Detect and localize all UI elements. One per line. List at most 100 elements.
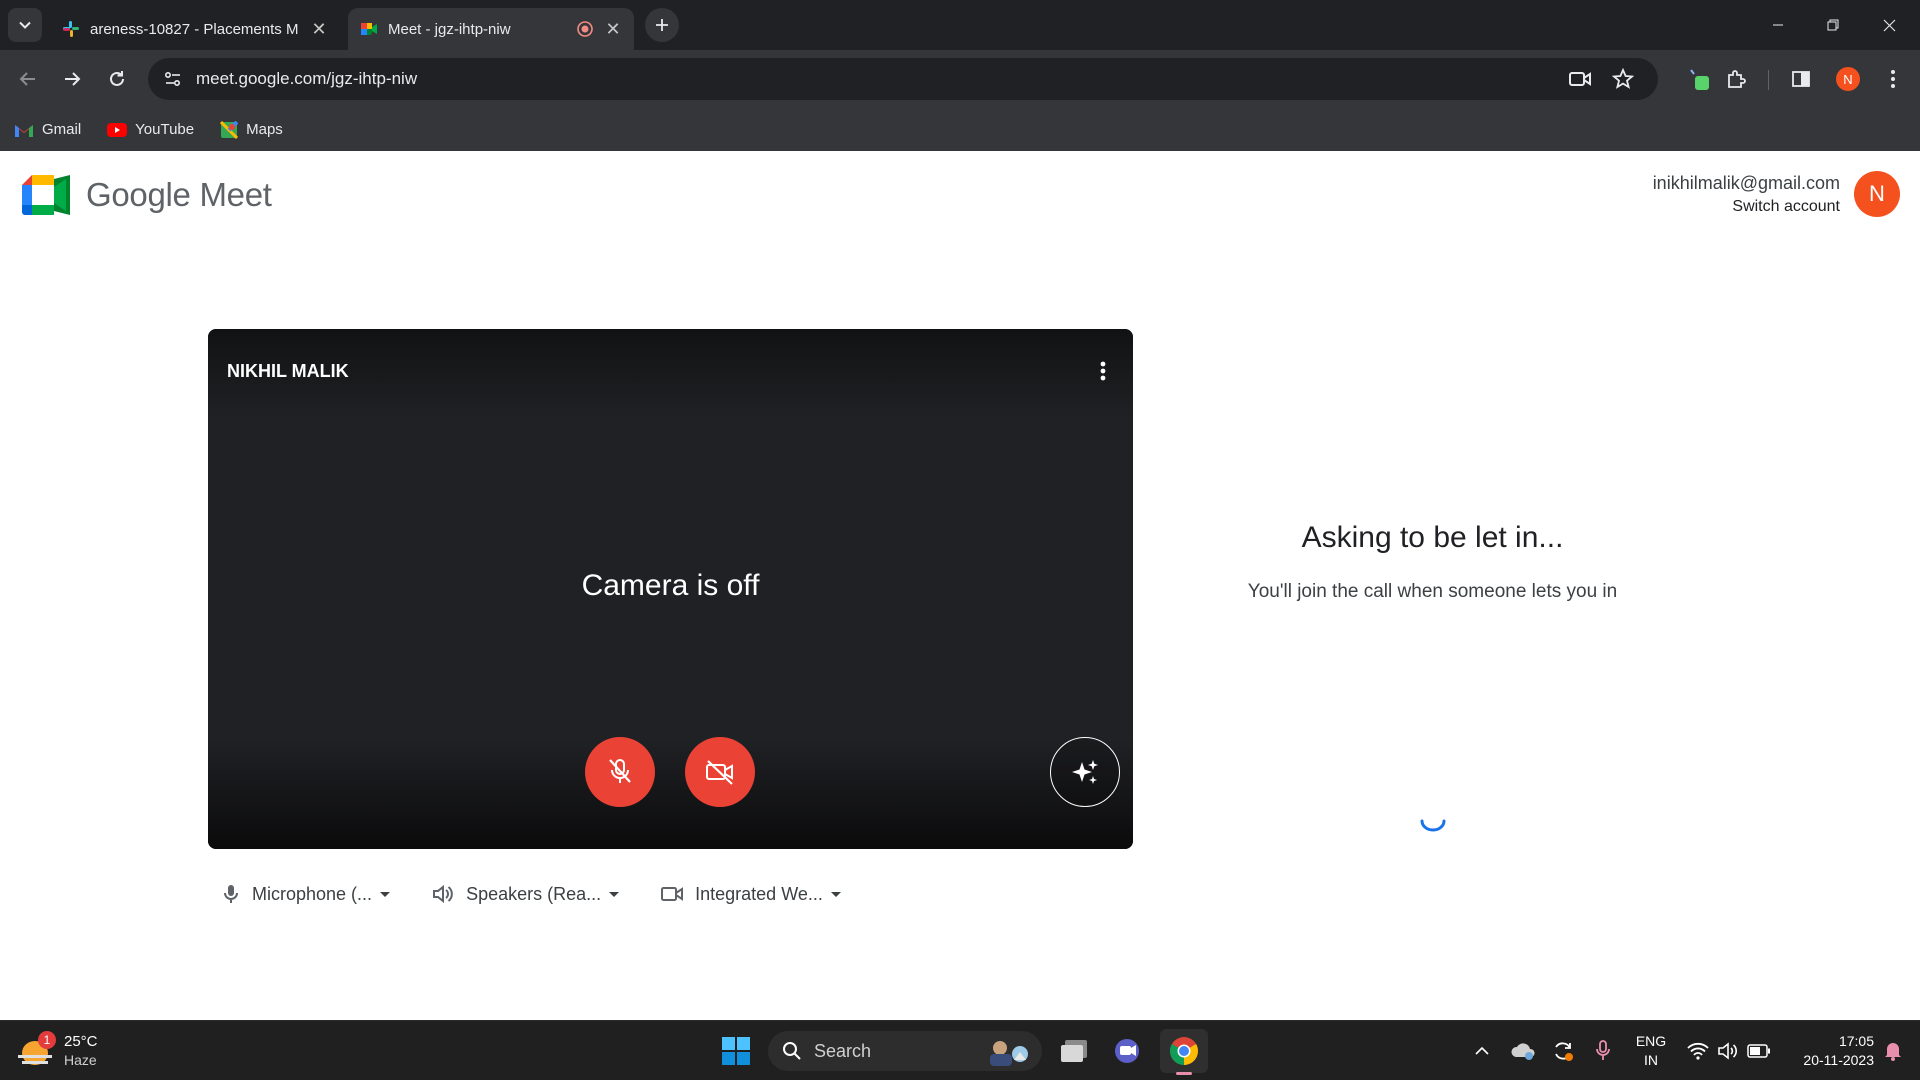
- video-camera-icon: [661, 887, 684, 901]
- reload-button[interactable]: [99, 61, 135, 97]
- bookmarks-bar: Gmail YouTube Maps: [0, 108, 1920, 151]
- video-camera-icon: [1569, 72, 1591, 86]
- arrow-right-icon: [65, 72, 81, 86]
- language-indicator[interactable]: ENG IN: [1628, 1032, 1674, 1070]
- restore-button[interactable]: [1810, 8, 1856, 42]
- camera-toggle-button[interactable]: [685, 737, 755, 807]
- device-selectors: Microphone (... Speakers (Rea... Integra…: [222, 874, 883, 914]
- logo-text: Google Meet: [86, 176, 272, 213]
- side-panel-button[interactable]: [1783, 61, 1819, 97]
- visual-effects-button[interactable]: [1050, 737, 1120, 807]
- reload-icon: [110, 71, 124, 86]
- quick-settings-button[interactable]: [1684, 1029, 1774, 1073]
- chevron-down-icon: [19, 21, 31, 29]
- sync-icon: [1555, 1042, 1573, 1061]
- microphone-select[interactable]: Microphone (...: [222, 883, 391, 905]
- camera-off-label: Camera is off: [581, 569, 760, 602]
- microphone-off-icon: [609, 759, 631, 783]
- windows-logo-icon: [722, 1037, 750, 1065]
- extension-badge-icon: [1690, 69, 1709, 90]
- weather-haze-icon: 1: [18, 1031, 56, 1069]
- microphone-toggle-button[interactable]: [585, 737, 655, 807]
- caret-down-icon: [830, 891, 841, 897]
- switch-account-link[interactable]: Switch account: [1653, 198, 1840, 216]
- clock-time: 17:05: [1838, 1033, 1874, 1049]
- bookmark-maps[interactable]: Maps: [220, 120, 283, 139]
- arrow-left-icon: [19, 72, 35, 86]
- gmail-icon: [15, 124, 33, 137]
- microphone-in-use-button[interactable]: [1588, 1029, 1618, 1073]
- start-button[interactable]: [714, 1029, 758, 1073]
- bookmark-label: Maps: [246, 121, 283, 138]
- clock[interactable]: 17:05 20-11-2023: [1782, 1032, 1874, 1070]
- tab-title: areness-10827 - Placements M: [90, 20, 299, 38]
- new-tab-button[interactable]: [645, 8, 679, 42]
- weather-badge: 1: [38, 1031, 56, 1049]
- task-view-button[interactable]: [1052, 1029, 1096, 1073]
- restore-icon: [1827, 19, 1839, 31]
- windows-taskbar: 1 25°C Haze Search ENG IN 17:05 20-11-20…: [0, 1020, 1920, 1080]
- close-tab-icon[interactable]: ✕: [308, 18, 330, 40]
- puzzle-icon: [1728, 70, 1746, 88]
- wifi-icon: [1687, 1042, 1709, 1060]
- teams-chat-button[interactable]: [1106, 1029, 1150, 1073]
- taskbar-search[interactable]: Search: [768, 1031, 1042, 1071]
- bookmark-gmail[interactable]: Gmail: [14, 121, 81, 138]
- speaker-icon: [433, 884, 453, 904]
- weather-temperature: 25°C: [64, 1033, 98, 1050]
- account-info: inikhilmalik@gmail.com Switch account: [1653, 173, 1840, 216]
- minimize-icon: [1773, 24, 1783, 26]
- weather-widget[interactable]: 1 25°C Haze: [18, 1029, 108, 1073]
- star-icon: [1612, 68, 1634, 89]
- sparkle-icon: [1072, 760, 1098, 784]
- chrome-menu-button[interactable]: [1875, 61, 1911, 97]
- camera-select[interactable]: Integrated We...: [661, 884, 841, 905]
- speakers-select[interactable]: Speakers (Rea...: [432, 884, 620, 905]
- site-info-icon[interactable]: [162, 68, 184, 90]
- active-app-indicator: [1176, 1072, 1192, 1075]
- tab-placements[interactable]: areness-10827 - Placements M ✕: [50, 8, 340, 50]
- loading-spinner-icon: [1420, 819, 1446, 832]
- google-maps-icon: [220, 120, 239, 139]
- chat-icon: [1115, 1039, 1139, 1063]
- bookmark-star-button[interactable]: [1612, 68, 1634, 90]
- account-avatar[interactable]: N: [1854, 171, 1900, 217]
- camera-in-use-button[interactable]: [1568, 68, 1592, 90]
- show-hidden-icons-button[interactable]: [1470, 1029, 1494, 1073]
- camera-off-icon: [706, 760, 733, 785]
- account-email: inikhilmalik@gmail.com: [1652, 173, 1840, 193]
- notifications-button[interactable]: [1878, 1029, 1908, 1073]
- microphone-icon: [224, 885, 238, 903]
- profile-button[interactable]: N: [1830, 61, 1866, 97]
- search-icon: [783, 1042, 801, 1060]
- address-bar[interactable]: meet.google.com/jgz-ihtp-niw: [148, 58, 1658, 100]
- extensions-menu-button[interactable]: [1718, 61, 1754, 97]
- chrome-taskbar-button[interactable]: [1160, 1029, 1208, 1075]
- tab-search-button[interactable]: [8, 8, 42, 42]
- microphone-select-label: Microphone (...: [252, 883, 373, 904]
- google-meet-icon: [22, 175, 70, 215]
- chrome-icon: [1170, 1037, 1198, 1065]
- participant-name: NIKHIL MALIK: [227, 361, 349, 381]
- caret-down-icon: [609, 891, 620, 897]
- tab-meet[interactable]: Meet - jgz-ihtp-niw ✕: [348, 8, 634, 50]
- sync-button[interactable]: [1548, 1029, 1578, 1073]
- extension-button[interactable]: [1680, 61, 1716, 97]
- region-code: IN: [1644, 1052, 1658, 1068]
- weather-description: Haze: [64, 1052, 97, 1068]
- google-meet-logo[interactable]: Google Meet: [22, 175, 272, 215]
- close-tab-icon[interactable]: ✕: [602, 18, 624, 40]
- back-button[interactable]: [10, 61, 46, 97]
- profile-avatar: N: [1836, 67, 1860, 91]
- close-window-button[interactable]: [1866, 8, 1912, 42]
- recording-icon: [577, 21, 593, 37]
- bookmark-youtube[interactable]: YouTube: [107, 121, 194, 138]
- onedrive-button[interactable]: [1508, 1029, 1538, 1073]
- forward-button[interactable]: [54, 61, 90, 97]
- minimize-button[interactable]: [1755, 8, 1801, 42]
- url-text[interactable]: meet.google.com/jgz-ihtp-niw: [196, 69, 417, 89]
- preview-more-options-button[interactable]: [1091, 359, 1115, 383]
- google-meet-icon: [361, 23, 377, 35]
- join-status-heading: Asking to be let in...: [1301, 521, 1564, 554]
- side-panel-icon: [1792, 71, 1810, 87]
